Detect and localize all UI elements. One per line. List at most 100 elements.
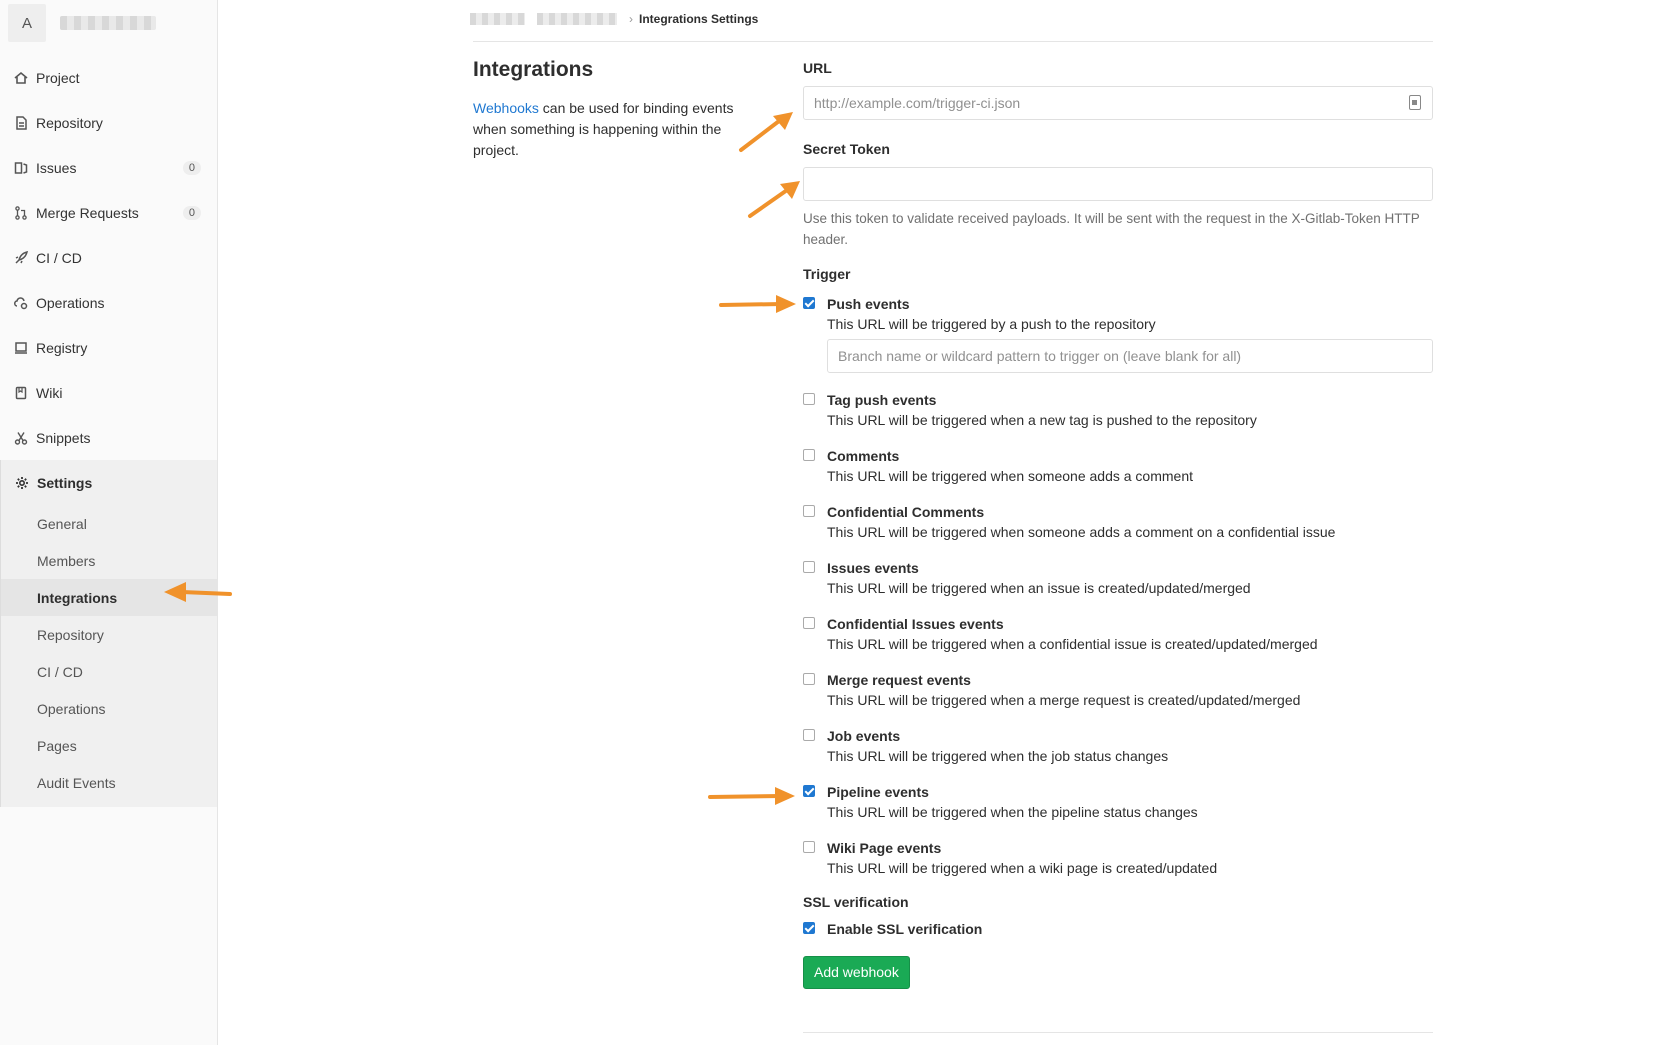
- trigger-title[interactable]: Wiki Page events: [827, 838, 1217, 858]
- book-icon: [14, 386, 28, 400]
- sidebar-item-label: Merge Requests: [36, 204, 139, 221]
- registry-icon: [14, 341, 28, 355]
- project-header[interactable]: A: [0, 0, 217, 46]
- sidebar-item-wiki[interactable]: Wiki: [0, 370, 217, 415]
- breadcrumb-project-redacted[interactable]: [537, 13, 617, 25]
- integrations-intro: Integrations Webhooks can be used for bi…: [473, 58, 753, 161]
- trigger-list: Push events This URL will be triggered b…: [803, 294, 1433, 894]
- sidebar-item-operations[interactable]: Operations: [0, 280, 217, 325]
- trigger-checkbox[interactable]: [803, 297, 815, 309]
- trigger-description: This URL will be triggered when a merge …: [827, 692, 1301, 708]
- issues-icon: [14, 161, 28, 175]
- settings-subitem-pages[interactable]: Pages: [1, 727, 217, 764]
- sidebar-item-snippets[interactable]: Snippets: [0, 415, 217, 460]
- secret-token-help: Use this token to validate received payl…: [803, 211, 1420, 247]
- trigger-description: This URL will be triggered when a confid…: [827, 636, 1318, 652]
- trigger-checkbox[interactable]: [803, 449, 815, 461]
- project-name-redacted[interactable]: [60, 16, 156, 30]
- add-webhook-button[interactable]: Add webhook: [803, 956, 910, 989]
- scissors-icon: [14, 431, 28, 445]
- settings-section: Settings General Members Integrations Re…: [0, 460, 217, 807]
- trigger-label: Trigger: [803, 266, 851, 282]
- form-divider: [803, 1032, 1433, 1033]
- trigger-title[interactable]: Confidential Comments: [827, 502, 1335, 522]
- sidebar-item-label: Snippets: [36, 429, 91, 446]
- trigger-title[interactable]: Pipeline events: [827, 782, 1198, 802]
- trigger-body: Confidential Comments This URL will be t…: [827, 502, 1335, 543]
- trigger-checkbox[interactable]: [803, 561, 815, 573]
- secret-token-input[interactable]: [803, 167, 1433, 201]
- trigger-title[interactable]: Job events: [827, 726, 1168, 746]
- trigger-merge-request-events: Merge request events This URL will be tr…: [803, 670, 1433, 726]
- doc-icon: [14, 115, 28, 130]
- settings-subitem-members[interactable]: Members: [1, 542, 217, 579]
- sidebar-nav: Project Repository Issues 0 Merge Reques…: [0, 55, 217, 807]
- sidebar-item-merge-requests[interactable]: Merge Requests 0: [0, 190, 217, 235]
- issues-count-badge: 0: [182, 160, 201, 175]
- form-actions: Add webhook: [803, 956, 1433, 989]
- trigger-issues-events: Issues events This URL will be triggered…: [803, 558, 1433, 614]
- trigger-body: Comments This URL will be triggered when…: [827, 446, 1193, 487]
- clipboard-icon[interactable]: [1409, 95, 1421, 110]
- settings-subitem-audit-events[interactable]: Audit Events: [1, 764, 217, 801]
- trigger-title[interactable]: Comments: [827, 446, 1193, 466]
- trigger-description: This URL will be triggered when a wiki p…: [827, 860, 1218, 876]
- cloud-gear-icon: [14, 296, 28, 310]
- branch-filter-input[interactable]: [827, 339, 1433, 373]
- url-input[interactable]: [803, 86, 1433, 120]
- trigger-checkbox[interactable]: [803, 785, 815, 797]
- webhooks-link[interactable]: Webhooks: [473, 100, 539, 116]
- trigger-body: Wiki Page events This URL will be trigge…: [827, 838, 1217, 879]
- gear-icon: [15, 476, 29, 490]
- trigger-description: This URL will be triggered when the pipe…: [827, 804, 1198, 820]
- trigger-body: Tag push events This URL will be trigger…: [827, 390, 1257, 431]
- trigger-checkbox[interactable]: [803, 841, 815, 853]
- annotation-arrow-integrations: [164, 582, 232, 602]
- breadcrumb-current[interactable]: Integrations Settings: [639, 12, 758, 26]
- trigger-description: This URL will be triggered when the job …: [827, 748, 1169, 764]
- trigger-checkbox[interactable]: [803, 617, 815, 629]
- sidebar-item-settings[interactable]: Settings: [1, 460, 217, 505]
- sidebar-item-registry[interactable]: Registry: [0, 325, 217, 370]
- trigger-tag-push-events: Tag push events This URL will be trigger…: [803, 390, 1433, 446]
- trigger-title[interactable]: Issues events: [827, 558, 1251, 578]
- sidebar-item-project[interactable]: Project: [0, 55, 217, 100]
- settings-subitem-general[interactable]: General: [1, 505, 217, 542]
- home-icon: [14, 71, 28, 85]
- trigger-pipeline-events: Pipeline events This URL will be trigger…: [803, 782, 1433, 838]
- ssl-checkbox[interactable]: [803, 922, 815, 934]
- settings-subitem-operations[interactable]: Operations: [1, 690, 217, 727]
- trigger-title[interactable]: Tag push events: [827, 390, 1257, 410]
- ssl-verification-label: SSL verification: [803, 894, 909, 910]
- sidebar-item-repository[interactable]: Repository: [0, 100, 217, 145]
- secret-token-wrap: [803, 167, 1433, 201]
- trigger-title[interactable]: Confidential Issues events: [827, 614, 1318, 634]
- trigger-body: Merge request events This URL will be tr…: [827, 670, 1300, 711]
- annotation-arrow-url: [739, 112, 793, 152]
- merge-request-icon: [14, 205, 28, 220]
- sidebar-item-label: Registry: [36, 339, 88, 356]
- trigger-checkbox[interactable]: [803, 673, 815, 685]
- settings-subitem-repository[interactable]: Repository: [1, 616, 217, 653]
- annotation-arrow-pipeline-events: [708, 787, 795, 805]
- breadcrumb-namespace-redacted[interactable]: [470, 13, 525, 25]
- settings-subitem-ci-cd[interactable]: CI / CD: [1, 653, 217, 690]
- sidebar-item-issues[interactable]: Issues 0: [0, 145, 217, 190]
- sidebar-item-ci-cd[interactable]: CI / CD: [0, 235, 217, 280]
- rocket-icon: [14, 250, 28, 265]
- intro-text: Webhooks can be used for binding events …: [473, 98, 753, 161]
- trigger-title[interactable]: Merge request events: [827, 670, 1300, 690]
- sidebar-item-label: Wiki: [36, 384, 63, 401]
- annotation-arrow-push-events: [719, 295, 796, 313]
- trigger-checkbox[interactable]: [803, 729, 815, 741]
- ssl-option-label[interactable]: Enable SSL verification: [827, 919, 982, 939]
- annotation-arrow-secret-token: [748, 181, 800, 218]
- trigger-title[interactable]: Push events: [827, 294, 1433, 314]
- page-title: Integrations: [473, 58, 594, 81]
- trigger-checkbox[interactable]: [803, 393, 815, 405]
- trigger-confidential-issues-events: Confidential Issues events This URL will…: [803, 614, 1433, 670]
- project-avatar[interactable]: A: [8, 4, 46, 42]
- trigger-checkbox[interactable]: [803, 505, 815, 517]
- sidebar-item-label: CI / CD: [36, 249, 82, 266]
- secret-token-label: Secret Token: [803, 141, 890, 157]
